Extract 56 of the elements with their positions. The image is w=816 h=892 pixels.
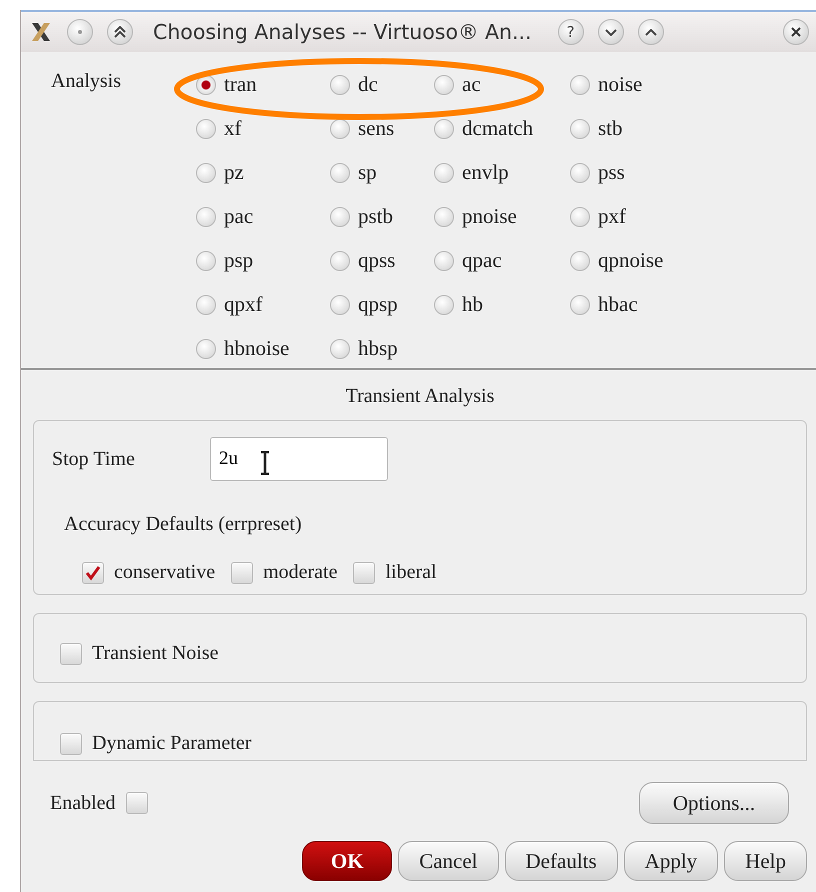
radio-option[interactable]: xf (196, 112, 242, 145)
radio-option[interactable]: psp (196, 244, 254, 277)
radio-option[interactable]: pz (196, 156, 244, 189)
radio-option[interactable]: qpnoise (570, 244, 664, 277)
radio-option[interactable]: pstb (330, 200, 394, 233)
checkbox[interactable]: Dynamic Parameter (60, 732, 252, 755)
radio-option[interactable]: hbac (570, 288, 638, 321)
radio-option[interactable]: dc (330, 68, 378, 101)
radio-option[interactable]: ac (434, 68, 481, 101)
radio-option[interactable]: qpsp (330, 288, 398, 321)
radio-option[interactable]: noise (570, 68, 642, 101)
radio-option[interactable]: hbnoise (196, 332, 290, 365)
radio-option[interactable]: hb (434, 288, 483, 321)
dialog-button[interactable]: Apply (624, 841, 718, 881)
field-label: Accuracy Defaults (errpreset) (64, 513, 303, 536)
radio-option[interactable]: qpxf (196, 288, 262, 321)
chevron-down-icon (604, 28, 617, 36)
options-button[interactable]: Options... (639, 782, 789, 824)
text-cursor-icon (260, 451, 270, 475)
maximize-button[interactable] (638, 19, 664, 45)
double-chevron-up-icon (114, 26, 126, 38)
radio-option[interactable]: pnoise (434, 200, 517, 233)
checkbox[interactable]: conservative (82, 561, 216, 584)
dot-icon (78, 30, 82, 34)
radio-option[interactable]: stb (570, 112, 623, 145)
field-label: Stop Time (52, 448, 136, 470)
radio-option[interactable]: tran (196, 68, 257, 101)
ok-button[interactable]: OK (302, 841, 392, 881)
checkbox[interactable]: liberal (353, 561, 437, 584)
radio-option[interactable]: pss (570, 156, 625, 189)
dialog-button[interactable]: Defaults (504, 841, 618, 881)
section-title: Transient Analysis (344, 384, 496, 409)
dropdown-button[interactable] (598, 19, 624, 45)
radio-option[interactable]: envlp (434, 156, 509, 189)
x-logo-icon (29, 20, 53, 44)
radio-option[interactable]: qpss (330, 244, 396, 277)
close-icon (791, 27, 801, 37)
radio-option[interactable]: sens (330, 112, 394, 145)
radio-option[interactable]: sp (330, 156, 377, 189)
shade-button[interactable] (107, 19, 133, 45)
checkbox[interactable]: Transient Noise (60, 642, 218, 665)
checkbox[interactable]: moderate (231, 561, 338, 584)
field-label: Analysis (51, 69, 122, 94)
radio-option[interactable]: pxf (570, 200, 626, 233)
radio-option[interactable]: dcmatch (434, 112, 534, 145)
dialog-button[interactable]: Help (724, 841, 807, 881)
chevron-up-icon (644, 28, 657, 36)
close-button[interactable] (783, 19, 809, 45)
radio-option[interactable]: hbsp (330, 332, 398, 365)
radio-option[interactable]: pac (196, 200, 254, 233)
help-button[interactable]: ? (558, 19, 584, 45)
radio-option[interactable]: qpac (434, 244, 502, 277)
window-title: Choosing Analyses -- Virtuoso® An... (153, 20, 532, 44)
stop-time-field[interactable]: 2u (210, 437, 388, 481)
checkbox[interactable]: Enabled (50, 792, 148, 814)
dialog-button[interactable]: Cancel (398, 841, 499, 881)
